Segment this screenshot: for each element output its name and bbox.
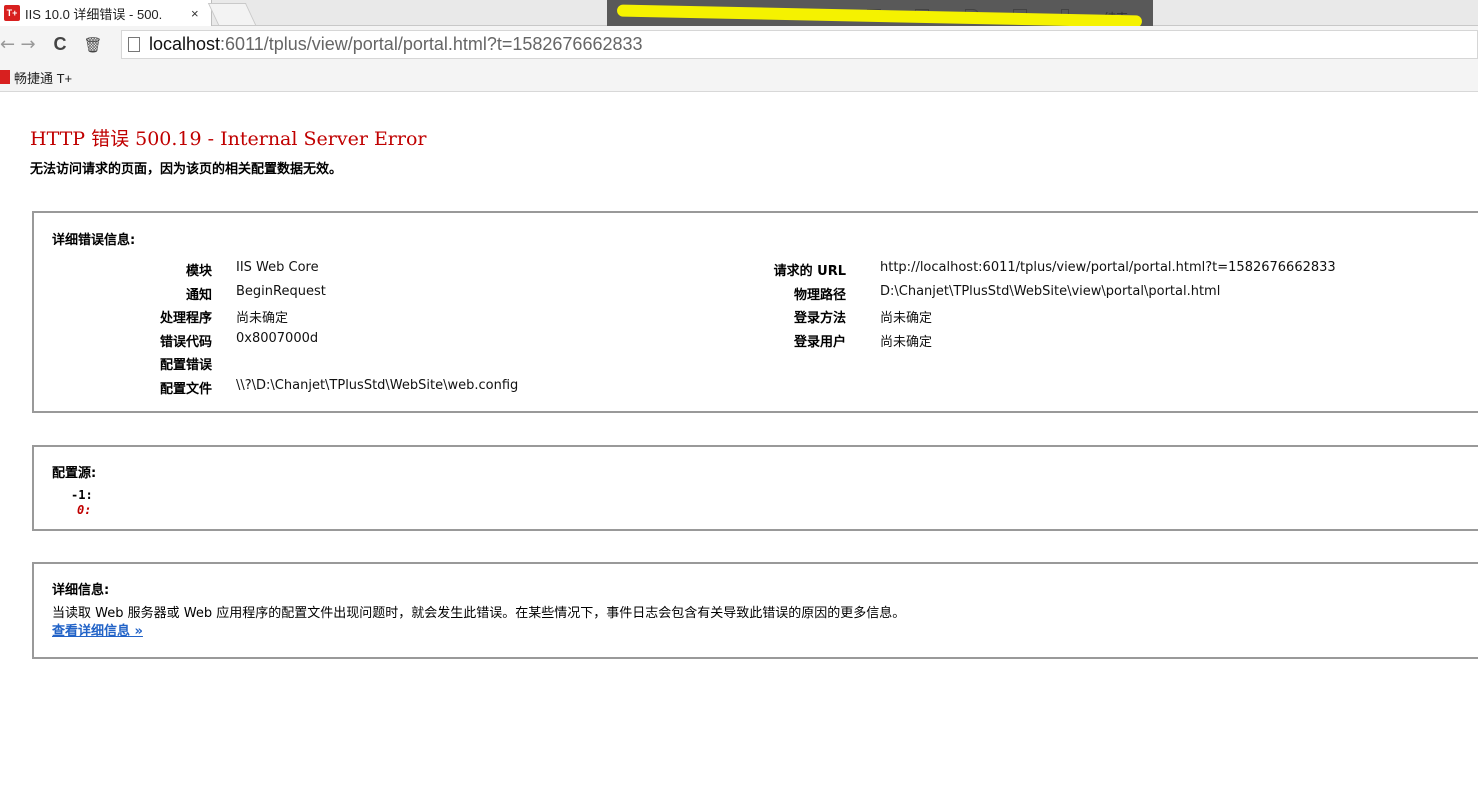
- physical-path-value: D:\Chanjet\TPlusStd\WebSite\view\portal\…: [880, 284, 1221, 299]
- module-value: IIS Web Core: [236, 260, 319, 275]
- tab-title: IIS 10.0 详细错误 - 500.: [25, 6, 163, 22]
- notification-label: 通知: [185, 288, 212, 303]
- error-subtitle: 无法访问请求的页面，因为该页的相关配置数据无效。: [30, 162, 343, 177]
- more-info-link[interactable]: 查看详细信息 »: [52, 620, 143, 639]
- handler-label: 处理程序: [159, 311, 212, 326]
- back-icon[interactable]: ←: [0, 34, 15, 55]
- source-heading: 配置源:: [52, 466, 97, 481]
- bookmark-item[interactable]: 畅捷通 T+: [0, 68, 72, 87]
- logon-method-label: 登录方法: [793, 311, 846, 326]
- source-line-highlight: 0:: [77, 503, 92, 517]
- page-icon: [128, 37, 140, 52]
- error-code-label: 错误代码: [159, 335, 212, 350]
- browser-toolbar: ← → C 🗑 localhost :6011/tplus/view/porta…: [0, 26, 1478, 63]
- browser-tab[interactable]: T+ IIS 10.0 详细错误 - 500. ×: [0, 0, 212, 26]
- config-error-label: 配置错误: [159, 358, 212, 373]
- physical-path-label: 物理路径: [793, 288, 846, 303]
- request-url-value: http://localhost:6011/tplus/view/portal/…: [880, 260, 1336, 275]
- config-file-value: \\?\D:\Chanjet\TPlusStd\WebSite\web.conf…: [236, 378, 519, 393]
- error-code-value: 0x8007000d: [236, 331, 319, 346]
- logon-user-label: 登录用户: [793, 335, 846, 350]
- module-label: 模块: [185, 264, 212, 279]
- bookmark-favicon-icon: [0, 70, 10, 84]
- tab-close-icon[interactable]: ×: [191, 6, 199, 21]
- address-bar[interactable]: localhost :6011/tplus/view/portal/portal…: [121, 30, 1478, 59]
- favicon-icon: T+: [4, 5, 20, 21]
- detailed-error-panel: 详细错误信息: 模块 IIS Web Core 通知 BeginRequest …: [32, 211, 1478, 413]
- notification-value: BeginRequest: [236, 284, 326, 299]
- url-path: :6011/tplus/view/portal/portal.html?t=15…: [220, 34, 643, 54]
- more-info-panel: 详细信息: 当读取 Web 服务器或 Web 应用程序的配置文件出现问题时，就会…: [32, 562, 1478, 659]
- handler-value: 尚未确定: [236, 311, 289, 326]
- new-tab-button[interactable]: [207, 3, 257, 25]
- trash-icon[interactable]: 🗑: [78, 36, 108, 54]
- detail-heading: 详细错误信息:: [52, 233, 136, 248]
- logon-method-value: 尚未确定: [880, 311, 933, 326]
- request-url-label: 请求的 URL: [773, 264, 846, 279]
- error-title: HTTP 错误 500.19 - Internal Server Error: [30, 128, 427, 150]
- reload-icon[interactable]: C: [42, 34, 78, 55]
- bookmark-label: 畅捷通 T+: [14, 70, 73, 86]
- source-line: -1:: [71, 488, 93, 502]
- bookmarks-bar: 畅捷通 T+: [0, 63, 1478, 92]
- config-source-panel: 配置源: -1: 0:: [32, 445, 1478, 531]
- logon-user-value: 尚未确定: [880, 335, 933, 350]
- config-file-label: 配置文件: [159, 382, 212, 397]
- url-host: localhost: [149, 34, 221, 54]
- info-heading: 详细信息:: [52, 583, 110, 598]
- yellow-scribble: [616, 4, 1143, 28]
- forward-icon[interactable]: →: [14, 34, 42, 55]
- info-text: 当读取 Web 服务器或 Web 应用程序的配置文件出现问题时，就会发生此错误。…: [52, 606, 906, 621]
